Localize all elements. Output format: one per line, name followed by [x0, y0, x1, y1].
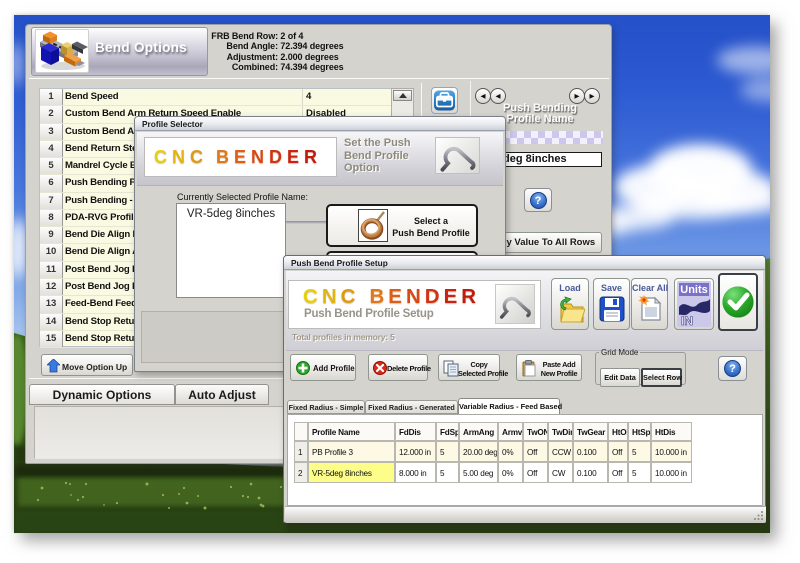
svg-text:Units: Units — [680, 284, 708, 296]
svg-text:IN: IN — [681, 314, 693, 327]
